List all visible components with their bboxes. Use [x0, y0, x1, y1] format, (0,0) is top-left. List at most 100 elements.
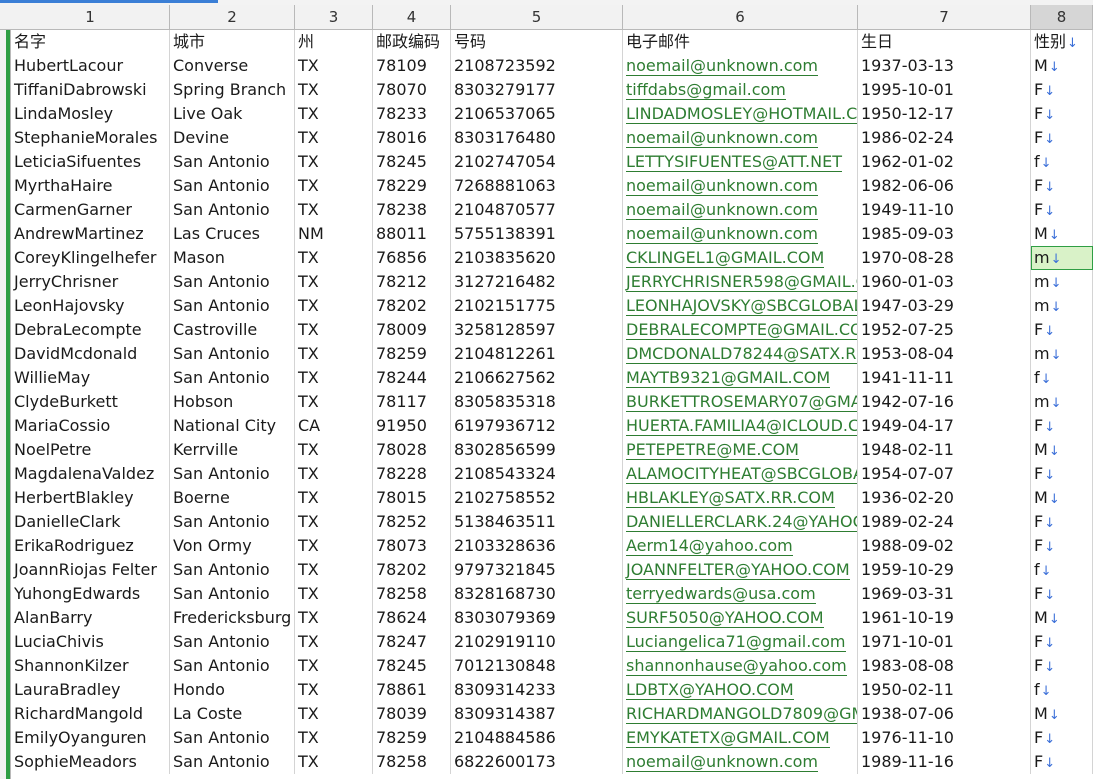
table-cell-6[interactable]: LDBTX@YAHOO.COM [623, 678, 858, 702]
table-cell-7[interactable]: 1941-11-11 [858, 366, 1031, 390]
table-cell-3[interactable]: TX [295, 606, 373, 630]
table-cell-2[interactable]: Mason [170, 246, 295, 270]
table-cell-7[interactable]: 1986-02-24 [858, 126, 1031, 150]
table-cell-5[interactable]: 2102151775 [451, 294, 623, 318]
table-cell-7[interactable]: 1949-11-10 [858, 198, 1031, 222]
table-cell-3[interactable]: TX [295, 246, 373, 270]
table-cell-4[interactable]: 78028 [373, 438, 451, 462]
table-cell-2[interactable]: San Antonio [170, 750, 295, 774]
dropdown-arrow-icon[interactable]: ↓ [1043, 756, 1055, 771]
table-cell-7[interactable]: 1952-07-25 [858, 318, 1031, 342]
table-cell-5[interactable]: 8328168730 [451, 582, 623, 606]
table-cell-6[interactable]: HUERTA.FAMILIA4@ICLOUD.C [623, 414, 858, 438]
table-cell-4[interactable]: 88011 [373, 222, 451, 246]
table-cell-6[interactable]: Luciangelica71@gmail.com [623, 630, 858, 654]
dropdown-arrow-icon[interactable]: ↓ [1050, 252, 1062, 267]
table-cell-8[interactable]: F↓ [1031, 414, 1093, 438]
table-cell-5[interactable]: 5755138391 [451, 222, 623, 246]
table-cell-3[interactable]: TX [295, 702, 373, 726]
dropdown-arrow-icon[interactable]: ↓ [1048, 444, 1060, 459]
table-cell-6[interactable]: HBLAKLEY@SATX.RR.COM [623, 486, 858, 510]
dropdown-arrow-icon[interactable]: ↓ [1043, 132, 1055, 147]
table-cell-6[interactable]: noemail@unknown.com [623, 54, 858, 78]
table-cell-4[interactable]: 78252 [373, 510, 451, 534]
table-cell-6[interactable]: RICHARDMANGOLD7809@GM [623, 702, 858, 726]
column-header-8[interactable]: 8 [1031, 5, 1093, 29]
table-cell-4[interactable]: 78229 [373, 174, 451, 198]
table-cell-2[interactable]: Castroville [170, 318, 295, 342]
table-cell-1[interactable]: HubertLacour [11, 54, 170, 78]
table-cell-8[interactable]: F↓ [1031, 582, 1093, 606]
table-cell-7[interactable]: 1959-10-29 [858, 558, 1031, 582]
table-cell-7[interactable]: 1948-02-11 [858, 438, 1031, 462]
table-cell-1[interactable]: SophieMeadors [11, 750, 170, 774]
header-cell-4[interactable]: 邮政编码 [373, 30, 451, 54]
table-cell-2[interactable]: Hondo [170, 678, 295, 702]
dropdown-arrow-icon[interactable]: ↓ [1043, 516, 1055, 531]
table-cell-6[interactable]: noemail@unknown.com [623, 126, 858, 150]
table-cell-1[interactable]: WillieMay [11, 366, 170, 390]
table-cell-4[interactable]: 78202 [373, 558, 451, 582]
table-cell-3[interactable]: TX [295, 678, 373, 702]
table-cell-6[interactable]: noemail@unknown.com [623, 222, 858, 246]
table-cell-5[interactable]: 5138463511 [451, 510, 623, 534]
table-cell-7[interactable]: 1969-03-31 [858, 582, 1031, 606]
table-cell-4[interactable]: 78015 [373, 486, 451, 510]
table-cell-6[interactable]: MAYTB9321@GMAIL.COM [623, 366, 858, 390]
table-cell-7[interactable]: 1970-08-28 [858, 246, 1031, 270]
header-cell-1[interactable]: 名字 [11, 30, 170, 54]
table-cell-5[interactable]: 2103835620 [451, 246, 623, 270]
header-cell-7[interactable]: 生日 [858, 30, 1031, 54]
table-cell-2[interactable]: Fredericksburg [170, 606, 295, 630]
dropdown-arrow-icon[interactable]: ↓ [1043, 324, 1055, 339]
table-cell-2[interactable]: Devine [170, 126, 295, 150]
table-cell-2[interactable]: La Coste [170, 702, 295, 726]
table-cell-4[interactable]: 76856 [373, 246, 451, 270]
dropdown-arrow-icon[interactable]: ↓ [1048, 60, 1060, 75]
table-cell-8[interactable]: F↓ [1031, 630, 1093, 654]
table-cell-2[interactable]: San Antonio [170, 342, 295, 366]
table-cell-1[interactable]: ShannonKilzer [11, 654, 170, 678]
table-cell-7[interactable]: 1988-09-02 [858, 534, 1031, 558]
table-cell-2[interactable]: San Antonio [170, 198, 295, 222]
table-cell-7[interactable]: 1953-08-04 [858, 342, 1031, 366]
table-cell-6[interactable]: terryedwards@usa.com [623, 582, 858, 606]
column-header-3[interactable]: 3 [295, 5, 373, 29]
table-cell-5[interactable]: 2102758552 [451, 486, 623, 510]
dropdown-arrow-icon[interactable]: ↓ [1043, 108, 1055, 123]
table-cell-2[interactable]: San Antonio [170, 654, 295, 678]
table-cell-5[interactable]: 2106537065 [451, 102, 623, 126]
table-cell-1[interactable]: DanielleClark [11, 510, 170, 534]
dropdown-arrow-icon[interactable]: ↓ [1050, 276, 1062, 291]
table-cell-7[interactable]: 1954-07-07 [858, 462, 1031, 486]
table-cell-2[interactable]: San Antonio [170, 462, 295, 486]
table-cell-7[interactable]: 1985-09-03 [858, 222, 1031, 246]
table-cell-1[interactable]: EmilyOyanguren [11, 726, 170, 750]
table-cell-6[interactable]: JOANNFELTER@YAHOO.COM [623, 558, 858, 582]
table-cell-7[interactable]: 1971-10-01 [858, 630, 1031, 654]
table-cell-3[interactable]: TX [295, 198, 373, 222]
table-cell-5[interactable]: 9797321845 [451, 558, 623, 582]
table-cell-3[interactable]: TX [295, 726, 373, 750]
table-cell-7[interactable]: 1995-10-01 [858, 78, 1031, 102]
table-cell-2[interactable]: San Antonio [170, 726, 295, 750]
table-cell-7[interactable]: 1949-04-17 [858, 414, 1031, 438]
table-cell-4[interactable]: 78109 [373, 54, 451, 78]
table-cell-4[interactable]: 78009 [373, 318, 451, 342]
table-cell-5[interactable]: 8303279177 [451, 78, 623, 102]
table-cell-5[interactable]: 3127216482 [451, 270, 623, 294]
table-cell-3[interactable]: TX [295, 486, 373, 510]
table-cell-1[interactable]: CarmenGarner [11, 198, 170, 222]
table-cell-6[interactable]: EMYKATETX@GMAIL.COM [623, 726, 858, 750]
table-cell-1[interactable]: MariaCossio [11, 414, 170, 438]
table-cell-1[interactable]: LauraBradley [11, 678, 170, 702]
header-cell-5[interactable]: 号码 [451, 30, 623, 54]
table-cell-3[interactable]: TX [295, 558, 373, 582]
table-cell-1[interactable]: ErikaRodriguez [11, 534, 170, 558]
table-cell-1[interactable]: AlanBarry [11, 606, 170, 630]
table-cell-6[interactable]: Aerm14@yahoo.com [623, 534, 858, 558]
dropdown-arrow-icon[interactable]: ↓ [1050, 396, 1062, 411]
table-cell-1[interactable]: MagdalenaValdez [11, 462, 170, 486]
table-cell-2[interactable]: Kerrville [170, 438, 295, 462]
table-cell-3[interactable]: TX [295, 294, 373, 318]
